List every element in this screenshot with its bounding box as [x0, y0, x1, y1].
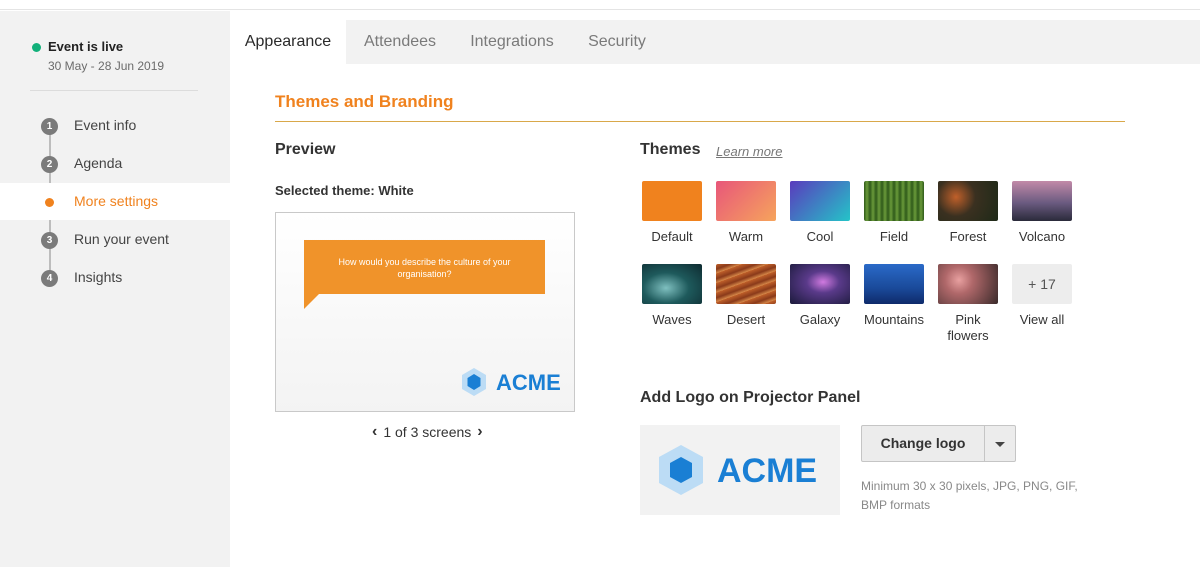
- logo-format-hint: Minimum 30 x 30 pixels, JPG, PNG, GIF, B…: [861, 479, 1078, 512]
- sidebar-item-more-settings[interactable]: More settings: [0, 183, 230, 220]
- more-themes-count: + 17: [1012, 264, 1072, 304]
- theme-label: Waves: [652, 312, 692, 327]
- theme-volcano[interactable]: Volcano: [1011, 181, 1073, 245]
- theme-cool[interactable]: Cool: [789, 181, 851, 245]
- sidebar: Event is live 30 May - 28 Jun 2019 1 Eve…: [0, 11, 230, 567]
- theme-swatch: [938, 181, 998, 221]
- theme-label: Volcano: [1018, 229, 1066, 244]
- sidebar-item-label: More settings: [74, 193, 159, 209]
- sidebar-item-agenda[interactable]: 2 Agenda: [0, 145, 230, 182]
- theme-default[interactable]: Default: [641, 181, 703, 245]
- speech-bubble-tail-icon: [304, 293, 320, 309]
- theme-swatch: [938, 264, 998, 304]
- chevron-left-icon[interactable]: ‹: [372, 423, 377, 441]
- tab-security[interactable]: Security: [574, 20, 660, 64]
- tab-bar: Appearance Attendees Integrations Securi…: [230, 20, 1200, 64]
- preview-question-bubble: How would you describe the culture of yo…: [304, 240, 545, 294]
- sidebar-item-label: Agenda: [74, 155, 123, 171]
- theme-label: Default: [651, 229, 693, 244]
- change-logo-button[interactable]: Change logo: [862, 426, 984, 461]
- sidebar-divider: [30, 90, 198, 91]
- themes-heading: Themes: [640, 141, 701, 158]
- tab-appearance[interactable]: Appearance: [230, 20, 346, 64]
- logo-section-heading: Add Logo on Projector Panel: [640, 389, 861, 406]
- acme-logo: ACME: [462, 368, 561, 396]
- event-dates: 30 May - 28 Jun 2019: [48, 59, 165, 73]
- step-number-badge: 1: [41, 118, 58, 135]
- theme-mountains[interactable]: Mountains: [863, 264, 925, 328]
- theme-swatch: [864, 264, 924, 304]
- logo-text: ACME: [717, 452, 817, 490]
- theme-swatch: [716, 264, 776, 304]
- section-divider: [275, 121, 1125, 122]
- chevron-right-icon[interactable]: ›: [477, 423, 482, 441]
- preview-logo-text: ACME: [496, 370, 561, 395]
- tab-attendees[interactable]: Attendees: [350, 20, 450, 64]
- theme-galaxy[interactable]: Galaxy: [789, 264, 851, 328]
- live-status-dot-icon: [32, 43, 41, 52]
- theme-swatch: [790, 264, 850, 304]
- theme-swatch: [790, 181, 850, 221]
- theme-label: Pink flowers: [947, 312, 989, 343]
- theme-warm[interactable]: Warm: [715, 181, 777, 245]
- theme-field[interactable]: Field: [863, 181, 925, 245]
- logo-preview-box: ACME: [640, 425, 840, 515]
- sidebar-item-label: Insights: [74, 269, 123, 285]
- theme-desert[interactable]: Desert: [715, 264, 777, 328]
- change-logo-dropdown-toggle[interactable]: [984, 426, 1015, 461]
- theme-label: Warm: [728, 229, 764, 244]
- sidebar-item-run-your-event[interactable]: 3 Run your event: [0, 221, 230, 258]
- theme-swatch: [716, 181, 776, 221]
- theme-swatch: [864, 181, 924, 221]
- selected-theme-label: Selected theme: White: [275, 183, 414, 198]
- theme-swatch: [1012, 181, 1072, 221]
- theme-preview-panel: How would you describe the culture of yo…: [275, 212, 575, 412]
- change-logo-split-button: Change logo: [861, 425, 1016, 462]
- theme-swatch: [642, 181, 702, 221]
- screen-pager: ‹ 1 of 3 screens ›: [366, 423, 489, 441]
- section-title: Themes and Branding: [275, 92, 454, 111]
- learn-more-link[interactable]: Learn more: [716, 144, 782, 159]
- theme-forest[interactable]: Forest: [937, 181, 999, 245]
- sidebar-item-event-info[interactable]: 1 Event info: [0, 107, 230, 144]
- sidebar-item-label: Event info: [74, 117, 137, 133]
- theme-label: Field: [879, 229, 909, 244]
- caret-down-icon: [995, 442, 1005, 447]
- theme-label: Mountains: [864, 312, 924, 327]
- theme-label: Forest: [949, 229, 987, 244]
- theme-swatch: [642, 264, 702, 304]
- theme-label: Desert: [726, 312, 766, 327]
- theme-label: Galaxy: [799, 312, 841, 327]
- theme-label: Cool: [806, 229, 834, 244]
- theme-waves[interactable]: Waves: [641, 264, 703, 328]
- theme-label: View all: [1019, 312, 1065, 327]
- pager-label: 1 of 3 screens: [383, 424, 472, 441]
- event-status-title: Event is live: [48, 39, 124, 54]
- sidebar-item-insights[interactable]: 4 Insights: [0, 259, 230, 296]
- acme-logo-large: ACME: [659, 445, 817, 495]
- sidebar-item-label: Run your event: [74, 231, 169, 247]
- preview-heading: Preview: [275, 141, 336, 158]
- active-step-dot-icon: [45, 198, 54, 207]
- step-number-badge: 2: [41, 156, 58, 173]
- top-border: [0, 0, 1200, 10]
- theme-pink-flowers[interactable]: Pink flowers: [937, 264, 999, 344]
- step-number-badge: 4: [41, 270, 58, 287]
- theme-view-all[interactable]: + 17 View all: [1011, 264, 1073, 328]
- step-number-badge: 3: [41, 232, 58, 249]
- tab-integrations[interactable]: Integrations: [456, 20, 568, 64]
